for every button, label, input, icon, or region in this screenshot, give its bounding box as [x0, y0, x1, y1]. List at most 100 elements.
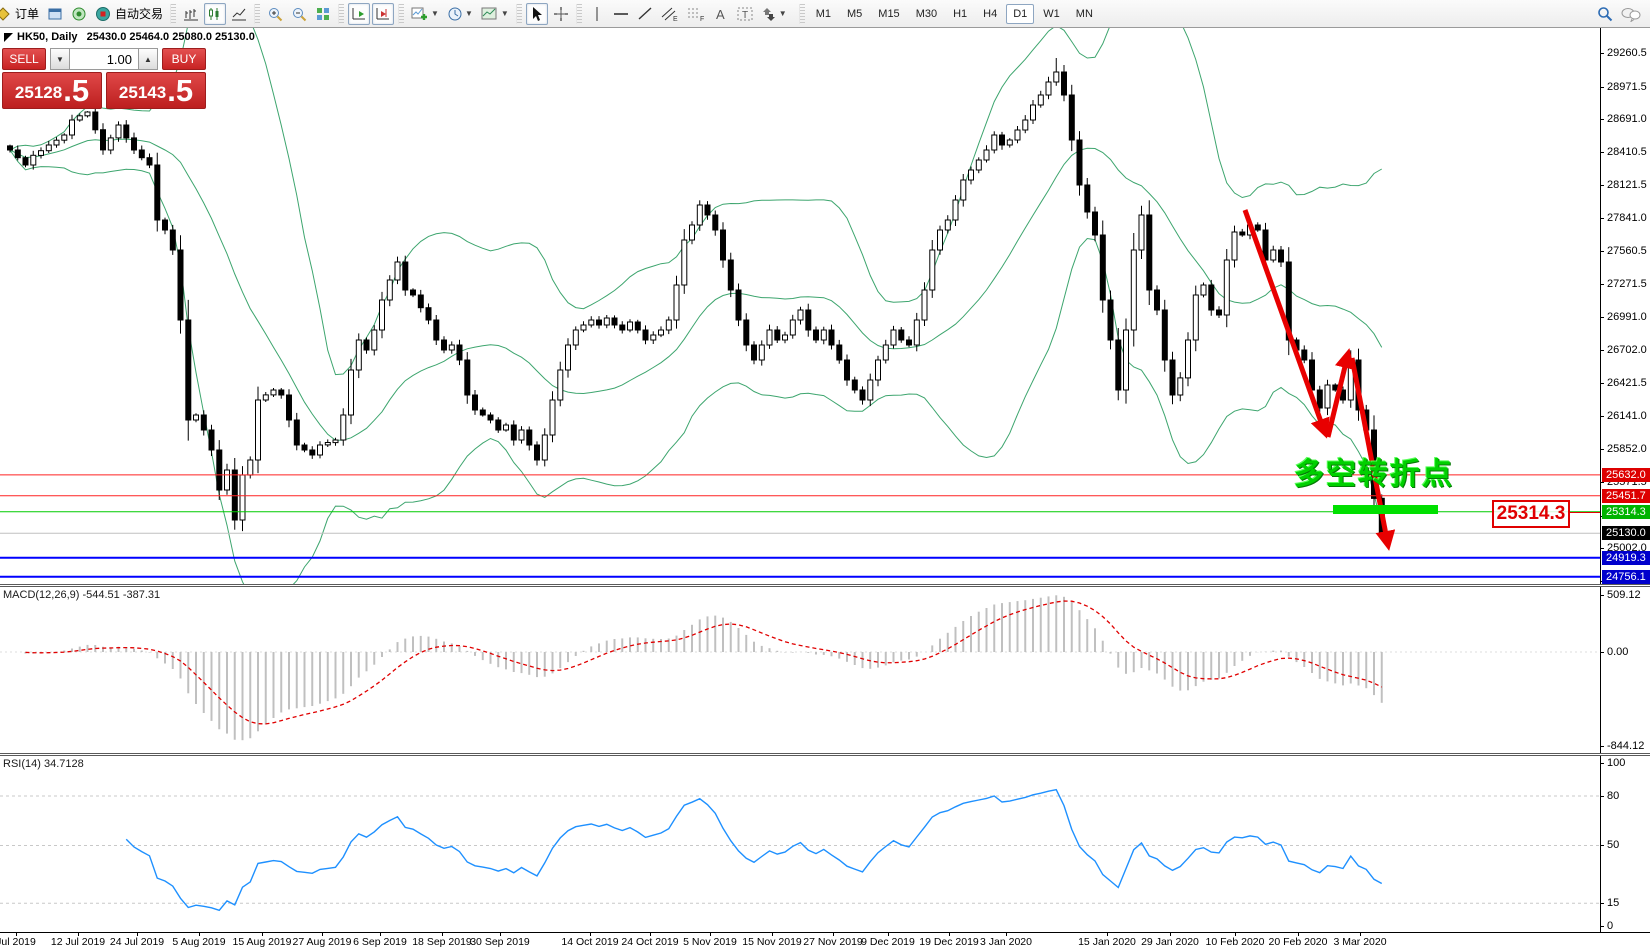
price-tick-mark	[1601, 284, 1604, 285]
timeframe-m1[interactable]: M1	[809, 4, 838, 24]
rsi-tick-mark	[1601, 903, 1604, 904]
timeframe-m5[interactable]: M5	[840, 4, 869, 24]
candlestick-chart-button[interactable]	[204, 3, 226, 25]
autotrading-label: 自动交易	[115, 5, 163, 22]
price-chart-canvas[interactable]	[0, 28, 1600, 584]
market-watch-button[interactable]	[44, 3, 66, 25]
price-tick-label: 28121.5	[1607, 179, 1647, 191]
date-axis[interactable]: Jul 201912 Jul 201924 Jul 20195 Aug 2019…	[0, 932, 1650, 950]
date-tick-label: 15 Nov 2019	[742, 936, 802, 948]
line-chart-icon	[231, 6, 247, 22]
date-tick-label: 24 Oct 2019	[621, 936, 678, 948]
horizontal-line-button[interactable]	[610, 3, 632, 25]
rsi-axis[interactable]: 1008050150	[1600, 756, 1650, 932]
equidistant-channel-icon: E	[661, 6, 679, 22]
price-tick-label: 28691.0	[1607, 113, 1647, 125]
search-button[interactable]	[1594, 3, 1616, 25]
bar-chart-button[interactable]	[180, 3, 202, 25]
volume-input[interactable]	[70, 48, 138, 70]
date-tick-label: 9 Dec 2019	[861, 936, 915, 948]
chart-shift-button[interactable]	[372, 3, 394, 25]
price-line-tag: 25130.0	[1602, 526, 1650, 540]
price-tick-label: 29260.5	[1607, 47, 1647, 59]
price-tick-mark	[1601, 87, 1604, 88]
timeframe-m15[interactable]: M15	[871, 4, 906, 24]
macd-canvas[interactable]	[0, 587, 1600, 753]
price-tick-label: 26421.5	[1607, 377, 1647, 389]
autotrading-button[interactable]: 自动交易	[92, 3, 166, 25]
crosshair-button[interactable]	[550, 3, 572, 25]
new-order-button[interactable]: 订单	[0, 3, 42, 25]
date-tick-label: 6 Sep 2019	[353, 936, 407, 948]
zoom-in-icon	[267, 6, 283, 22]
buy-price-display[interactable]: 25143 .5	[106, 72, 206, 109]
macd-tick-mark	[1601, 595, 1604, 596]
price-tick-mark	[1601, 317, 1604, 318]
date-tick-label: 5 Aug 2019	[172, 936, 225, 948]
equidistant-channel-button[interactable]: E	[658, 3, 682, 25]
search-icon	[1597, 6, 1613, 22]
text-icon: A	[714, 6, 728, 22]
periods-button[interactable]: ▼	[444, 3, 476, 25]
price-axis[interactable]: 29260.528971.528691.028410.528121.527841…	[1600, 28, 1650, 584]
volume-decrease-button[interactable]: ▼	[50, 48, 70, 70]
timeframe-h1[interactable]: H1	[946, 4, 974, 24]
zoom-out-button[interactable]	[288, 3, 310, 25]
candlestick-chart-icon	[207, 6, 223, 22]
price-tick-label: 25852.0	[1607, 443, 1647, 455]
data-window-icon	[71, 6, 87, 22]
line-chart-button[interactable]	[228, 3, 250, 25]
rsi-tick-mark	[1601, 845, 1604, 846]
auto-scroll-button[interactable]	[348, 3, 370, 25]
chart-title: HK50, Daily 25430.0 25464.0 25080.0 2513…	[17, 31, 255, 43]
sell-price-display[interactable]: 25128 .5	[2, 72, 102, 109]
add-indicator-button[interactable]: ▼	[408, 3, 442, 25]
rsi-tick-label: 80	[1607, 790, 1619, 802]
text-button[interactable]: A	[710, 3, 732, 25]
trend-line-button[interactable]	[634, 3, 656, 25]
key-price-label[interactable]: 25314.3	[1492, 500, 1570, 528]
auto-scroll-icon	[351, 6, 367, 22]
date-tick-label: 29 Jan 2020	[1141, 936, 1199, 948]
timeframe-m30[interactable]: M30	[909, 4, 944, 24]
vertical-line-button[interactable]	[586, 3, 608, 25]
autotrading-icon	[95, 6, 111, 22]
date-tick-label: 5 Nov 2019	[683, 936, 737, 948]
price-line-tag: 25632.0	[1602, 468, 1650, 482]
buy-button[interactable]: BUY	[162, 48, 206, 70]
date-tick-label: 20 Feb 2020	[1269, 936, 1328, 948]
fibonacci-button[interactable]: F	[684, 3, 708, 25]
rsi-tick-label: 15	[1607, 897, 1619, 909]
timeframe-h4[interactable]: H4	[976, 4, 1004, 24]
price-tick-label: 28971.5	[1607, 81, 1647, 93]
trade-panel-collapse-icon[interactable]	[4, 33, 13, 42]
cursor-icon	[530, 6, 544, 22]
cursor-button[interactable]	[526, 3, 548, 25]
rsi-panel[interactable]: RSI(14) 34.7128	[0, 756, 1600, 932]
macd-tick-mark	[1601, 652, 1604, 653]
tile-windows-button[interactable]	[312, 3, 334, 25]
date-tick-label: 30 Sep 2019	[470, 936, 530, 948]
toolbar: 订单 自动交易	[0, 0, 1650, 28]
chat-button[interactable]	[1618, 3, 1644, 25]
one-click-trading-panel: SELL ▼ ▲ BUY 25128 .5 25143 .5	[2, 48, 206, 109]
timeframe-d1[interactable]: D1	[1006, 4, 1034, 24]
sell-button[interactable]: SELL	[2, 48, 46, 70]
arrows-button[interactable]: ▼	[758, 3, 790, 25]
text-label-button[interactable]: T	[734, 3, 756, 25]
rsi-canvas[interactable]	[0, 756, 1600, 932]
templates-icon	[481, 6, 499, 22]
zoom-in-button[interactable]	[264, 3, 286, 25]
macd-axis[interactable]: 509.120.00-844.12	[1600, 587, 1650, 753]
data-window-button[interactable]	[68, 3, 90, 25]
macd-panel[interactable]: MACD(12,26,9) -544.51 -387.31	[0, 587, 1600, 753]
sell-price-pip: .5	[63, 75, 89, 106]
volume-increase-button[interactable]: ▲	[138, 48, 158, 70]
main-chart-panel[interactable]	[0, 28, 1600, 584]
arrows-icon	[761, 6, 777, 22]
templates-button[interactable]: ▼	[478, 3, 512, 25]
timeframe-mn[interactable]: MN	[1069, 4, 1100, 24]
price-tick-mark	[1601, 548, 1604, 549]
timeframe-w1[interactable]: W1	[1036, 4, 1067, 24]
rsi-tick-mark	[1601, 763, 1604, 764]
